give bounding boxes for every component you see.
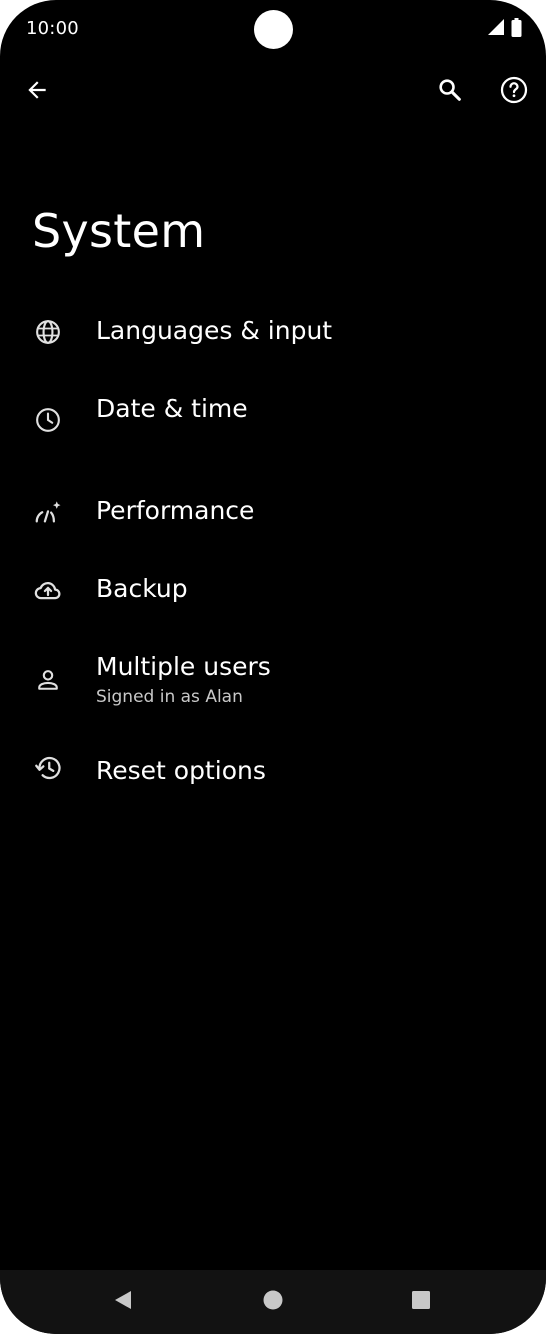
nav-back-icon (112, 1289, 134, 1315)
search-icon (436, 76, 464, 108)
status-time: 10:00 (26, 18, 79, 39)
settings-item-label: Reset options (96, 756, 266, 785)
top-app-bar (0, 64, 546, 120)
settings-item-languages[interactable]: Languages & input (0, 300, 546, 366)
cloud-upload-icon (32, 574, 64, 606)
nav-home-icon (262, 1289, 284, 1315)
cell-signal-icon (487, 18, 505, 40)
settings-item-label: Languages & input (96, 316, 333, 345)
settings-item-date-time[interactable]: Date & time (0, 380, 546, 460)
nav-recents-icon (410, 1289, 432, 1315)
person-icon (32, 664, 64, 696)
navigation-bar (0, 1270, 546, 1334)
nav-back-button[interactable] (105, 1284, 141, 1320)
status-bar: 10:00 (0, 0, 546, 60)
performance-icon (32, 496, 64, 528)
settings-item-label: Date & time (96, 394, 248, 423)
settings-item-label: Performance (96, 496, 255, 525)
settings-item-label: Backup (96, 574, 188, 603)
settings-item-label: Multiple users (96, 652, 271, 681)
settings-item-backup[interactable]: Backup (0, 558, 546, 624)
settings-item-reset-options[interactable]: Reset options (0, 740, 546, 806)
settings-item-summary: Signed in as Alan (96, 687, 243, 707)
back-button[interactable] (13, 68, 61, 116)
settings-item-performance[interactable]: Performance (0, 480, 546, 546)
camera-cutout (254, 10, 293, 49)
settings-item-multiple-users[interactable]: Multiple users Signed in as Alan (0, 640, 546, 724)
help-icon (499, 75, 529, 109)
clock-icon (32, 404, 64, 436)
history-icon (32, 752, 64, 784)
status-icons (487, 17, 522, 41)
globe-icon (32, 316, 64, 348)
battery-icon (511, 17, 522, 41)
nav-home-button[interactable] (255, 1284, 291, 1320)
nav-recents-button[interactable] (403, 1284, 439, 1320)
help-button[interactable] (490, 68, 538, 116)
phone-screen: 10:00 System Languages & input Date & ti… (0, 0, 546, 1334)
arrow-back-icon (24, 77, 50, 107)
search-button[interactable] (426, 68, 474, 116)
page-title: System (32, 204, 206, 258)
